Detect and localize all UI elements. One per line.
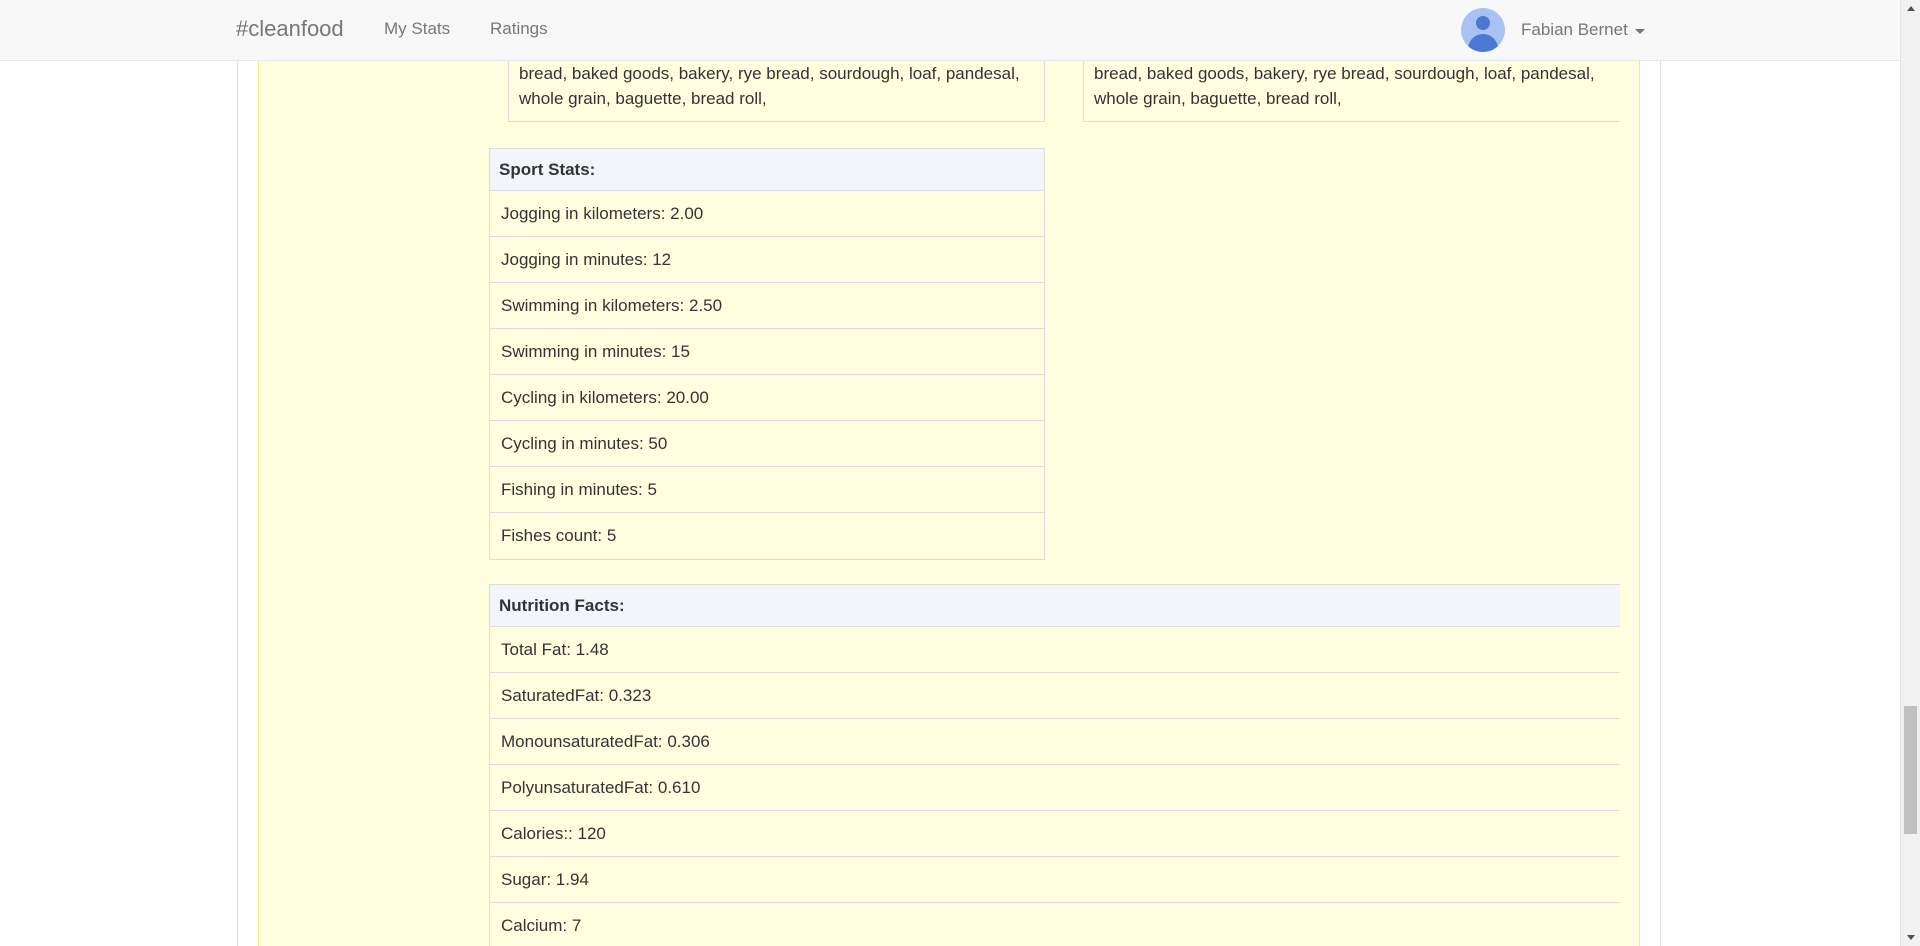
nutrition-item: MonounsaturatedFat: 0.306 xyxy=(490,719,1620,765)
nutrition-item: Calories:: 120 xyxy=(490,811,1620,857)
nutrition-item: SaturatedFat: 0.323 xyxy=(490,673,1620,719)
sport-stats-title: Sport Stats: xyxy=(490,149,1044,191)
user-name: Fabian Bernet xyxy=(1521,20,1628,39)
sport-stat-item: Cycling in kilometers: 20.00 xyxy=(490,375,1044,421)
sport-stat-item: Fishes count: 5 xyxy=(501,526,617,545)
sport-stat-item: Jogging in minutes: 12 xyxy=(490,237,1044,283)
nutrition-facts-panel: Nutrition Facts: Total Fat: 1.48 Saturat… xyxy=(489,584,1620,946)
page-scrollbar[interactable] xyxy=(1900,0,1920,946)
nutrition-item: Calcium: 7 xyxy=(490,903,1620,946)
brand-logo[interactable]: #cleanfood xyxy=(236,16,344,42)
caret-down-icon xyxy=(1634,28,1645,34)
sport-stats-panel: Sport Stats: Jogging in kilometers: 2.00… xyxy=(489,148,1045,560)
nav-link-my-stats[interactable]: My Stats xyxy=(384,19,450,39)
tags-text-right: bread, baked goods, bakery, rye bread, s… xyxy=(1094,64,1595,108)
scroll-down-icon[interactable] xyxy=(1907,935,1915,940)
sport-stat-item: Swimming in minutes: 15 xyxy=(490,329,1044,375)
nav-link-ratings[interactable]: Ratings xyxy=(490,19,548,39)
tags-text-left: bread, baked goods, bakery, rye bread, s… xyxy=(519,64,1020,108)
sport-stat-item: Jogging in kilometers: 2.00 xyxy=(490,191,1044,237)
sport-stat-item: Fishing in minutes: 5 xyxy=(490,467,1044,513)
nutrition-item: Total Fat: 1.48 xyxy=(490,627,1620,673)
user-menu[interactable]: Fabian Bernet xyxy=(1461,8,1645,52)
nutrition-facts-title: Nutrition Facts: xyxy=(490,585,1620,627)
scroll-up-icon[interactable] xyxy=(1907,6,1915,11)
nutrition-item: Sugar: 1.94 xyxy=(490,857,1620,903)
top-navbar: #cleanfood My Stats Ratings Fabian Berne… xyxy=(0,0,1900,61)
sport-stat-item: Cycling in minutes: 50 xyxy=(490,421,1044,467)
avatar-icon xyxy=(1461,8,1505,52)
scroll-thumb[interactable] xyxy=(1904,706,1917,834)
nutrition-item: PolyunsaturatedFat: 0.610 xyxy=(490,765,1620,811)
sport-stat-item: Swimming in kilometers: 2.50 xyxy=(490,283,1044,329)
